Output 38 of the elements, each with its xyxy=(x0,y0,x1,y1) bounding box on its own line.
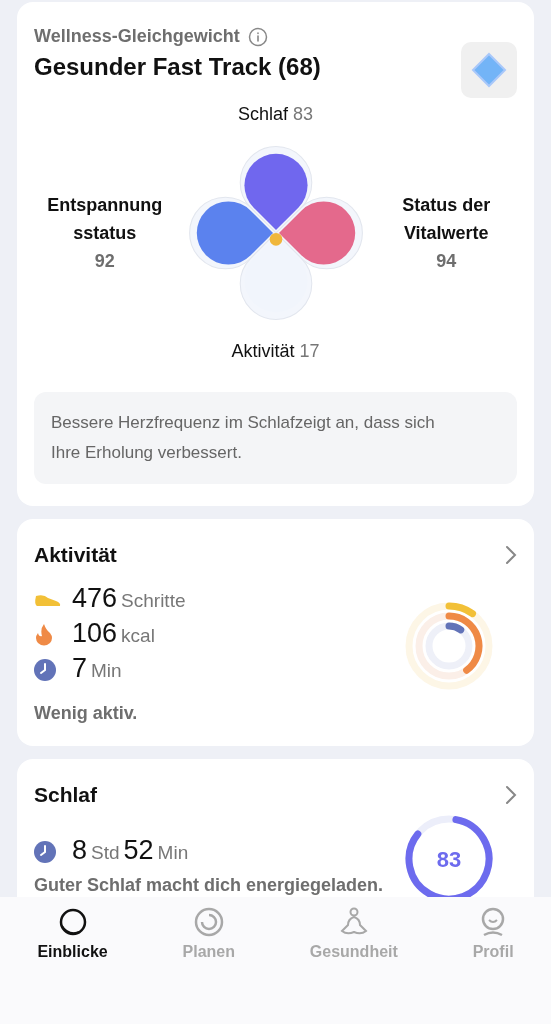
dimension-label: Status der Vitalwerte xyxy=(401,194,492,245)
metric-unit: kcal xyxy=(121,625,155,647)
metric-value: 8 xyxy=(72,834,88,866)
chevron-right-icon[interactable] xyxy=(505,545,517,565)
activity-status: Wenig aktiv. xyxy=(34,703,139,724)
diamond-icon xyxy=(471,52,507,88)
nav-tab[interactable]: Einblicke xyxy=(29,907,116,971)
metric-unit: Std xyxy=(91,841,120,864)
activity-card[interactable]: Aktivität 476 Schritte 106 kcal 7 Min Wenig aktiv. xyxy=(17,519,534,746)
diamond-badge[interactable] xyxy=(461,42,517,98)
metric-unit: Min xyxy=(91,660,122,682)
flame-icon xyxy=(34,623,54,647)
chevron-right-icon[interactable] xyxy=(505,785,517,805)
target-icon xyxy=(193,907,224,937)
clock-icon xyxy=(34,659,56,681)
dimension-label: Entspannung sstatus xyxy=(46,194,164,245)
metric-unit: Schritte xyxy=(121,590,186,612)
dimension-score: 92 xyxy=(94,250,115,273)
metric-value: 7 xyxy=(72,653,88,684)
clock-icon xyxy=(34,840,56,863)
dimension-score: 94 xyxy=(436,250,457,273)
sleep-note: Guter Schlaf macht dich energiegeladen. xyxy=(34,874,384,896)
card-overline: Wellness-Gleichgewicht xyxy=(34,26,240,47)
metric-unit: Min xyxy=(157,841,189,864)
meditation-icon xyxy=(338,907,369,937)
dimension-label: Aktivität 17 xyxy=(231,341,320,362)
ring-icon xyxy=(57,907,88,937)
metric-value: 52 xyxy=(123,834,154,866)
metric-value: 476 xyxy=(72,583,118,614)
dimension-label: Schlaf 83 xyxy=(237,104,314,125)
card-title: Aktivität xyxy=(34,543,117,567)
metric-value: 106 xyxy=(72,618,118,649)
card-title: Schlaf xyxy=(34,783,98,807)
shoe-icon xyxy=(34,592,62,608)
info-icon[interactable] xyxy=(247,26,268,47)
sleep-card[interactable]: Schlaf 8 Std 52 Min Guter Schlaf macht dich energiegeladen. 83 xyxy=(17,759,534,897)
card-title: Gesunder Fast Track (68) xyxy=(34,53,321,81)
insight-text: Bessere Herzfrequenz im Schlafzeigt an, dass sich Ihre Erholung verbessert. xyxy=(34,392,517,484)
